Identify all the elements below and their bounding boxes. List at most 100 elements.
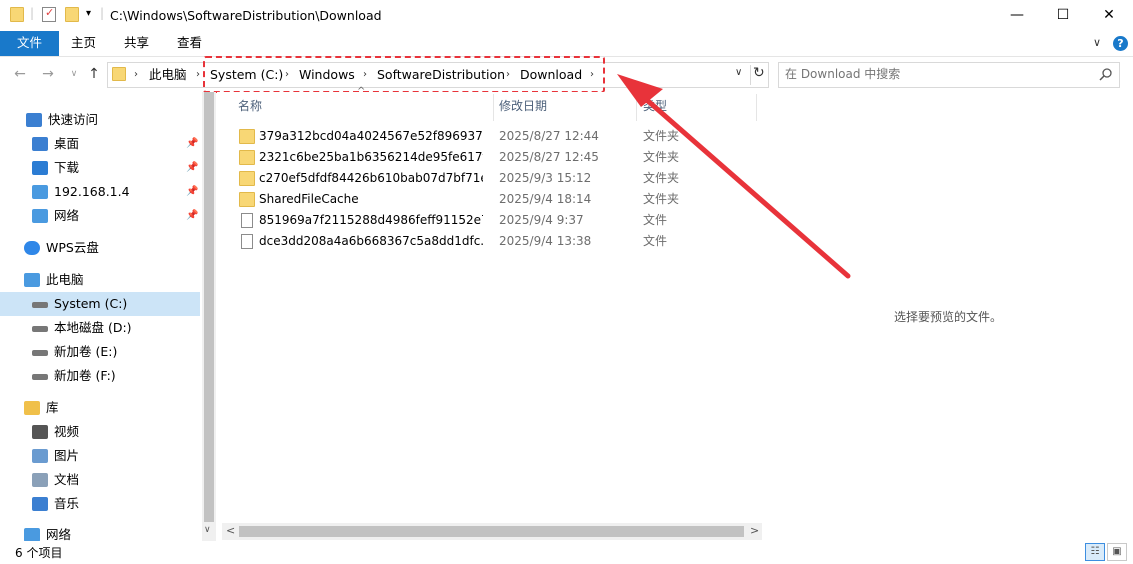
computer-icon [24, 273, 40, 287]
sidebar-item-label: 视频 [54, 424, 80, 439]
file-type: 文件夹 [643, 150, 680, 164]
sidebar-item-label: 本地磁盘 (D:) [54, 320, 132, 335]
scroll-right-icon[interactable]: > [750, 524, 759, 537]
scroll-left-icon[interactable]: < [226, 524, 235, 537]
details-view-icon[interactable]: ☷ [1085, 543, 1105, 561]
sidebar-item-label: 快速访问 [48, 112, 99, 127]
file-row[interactable]: SharedFileCache 2025/9/4 18:14 文件夹 [217, 189, 762, 210]
large-icons-view-icon[interactable]: ▣ [1107, 543, 1127, 561]
close-button[interactable]: ✕ [1086, 0, 1132, 31]
file-row[interactable]: 2321c6be25ba1b6356214de95fe617f9 2025/8/2… [217, 147, 762, 168]
refresh-icon[interactable]: ↻ [753, 65, 765, 81]
horizontal-scrollbar[interactable]: < > [222, 523, 762, 540]
drive-icon [32, 302, 48, 308]
library-icon [24, 401, 40, 415]
sidebar-item[interactable]: 新加卷 (F:) [0, 364, 200, 388]
sidebar-item[interactable]: 新加卷 (E:) [0, 340, 200, 364]
column-divider[interactable] [756, 94, 757, 121]
pin-icon[interactable]: 📌 [186, 204, 198, 228]
search-input[interactable] [785, 65, 1085, 83]
sidebar-item-label: 192.168.1.4 [54, 184, 130, 199]
sidebar-item[interactable]: 库 [0, 396, 200, 420]
file-date: 2025/9/4 13:38 [499, 234, 592, 248]
help-icon[interactable]: ? [1113, 36, 1128, 51]
sidebar-item-label: 文档 [54, 472, 80, 487]
sidebar-item[interactable]: 桌面 📌 [0, 132, 200, 156]
breadcrumb-separator[interactable]: › [196, 66, 200, 84]
scroll-down-icon[interactable]: ∨ [204, 525, 211, 535]
cloud-icon [24, 241, 40, 255]
back-button[interactable]: ← [10, 63, 30, 85]
folder-icon [239, 150, 255, 165]
tab-home[interactable]: 主页 [71, 31, 96, 56]
sidebar-item[interactable]: 音乐 [0, 492, 200, 516]
sidebar-item[interactable]: 网络 📌 [0, 204, 200, 228]
sidebar-item[interactable]: 本地磁盘 (D:) [0, 316, 200, 340]
file-row[interactable]: 379a312bcd04a4024567e52f89693751 2025/8/2… [217, 126, 762, 147]
drive-icon [32, 350, 48, 356]
video-icon [32, 425, 48, 439]
address-dropdown-icon[interactable]: ∨ [735, 67, 742, 78]
file-row[interactable]: c270ef5dfdf84426b610bab07d7bf71e 2025/9/3… [217, 168, 762, 189]
column-header-name[interactable]: 名称 [238, 94, 262, 118]
horizontal-scroll-thumb[interactable] [239, 526, 744, 537]
recent-locations-button[interactable]: ∨ [64, 63, 84, 85]
search-box[interactable] [778, 62, 1120, 88]
sidebar-item[interactable]: 文档 [0, 468, 200, 492]
drive-icon [32, 374, 48, 380]
column-header-type[interactable]: 类型 [643, 94, 667, 118]
pin-icon[interactable]: 📌 [186, 132, 198, 156]
folder-icon [239, 129, 255, 144]
sidebar-item-label: WPS云盘 [46, 240, 99, 255]
divider [750, 65, 751, 85]
tab-file[interactable]: 文件 [0, 31, 59, 56]
sidebar-item[interactable]: 此电脑 [0, 268, 200, 292]
music-icon [32, 497, 48, 511]
file-date: 2025/9/4 9:37 [499, 213, 584, 227]
folder-icon [112, 67, 126, 81]
sidebar-scroll-thumb[interactable] [204, 92, 214, 522]
tab-view[interactable]: 查看 [177, 31, 202, 56]
file-row[interactable]: 851969a7f2115288d4986feff91152e7... 2025/… [217, 210, 762, 231]
pin-icon[interactable]: 📌 [186, 180, 198, 204]
file-row[interactable]: dce3dd208a4a6b668367c5a8dd1dfc... 2025/9/… [217, 231, 762, 252]
file-name: 2321c6be25ba1b6356214de95fe617f9 [259, 150, 483, 164]
tab-share[interactable]: 共享 [124, 31, 149, 56]
sidebar-item[interactable]: 192.168.1.4 📌 [0, 180, 200, 204]
file-name: SharedFileCache [259, 192, 359, 206]
breadcrumb-this-pc[interactable]: 此电脑 [149, 66, 187, 84]
column-divider[interactable] [636, 94, 637, 121]
sidebar-item[interactable]: 快速访问 [0, 108, 200, 132]
sidebar-item[interactable]: 下载 📌 [0, 156, 200, 180]
quick-access-dropdown-icon[interactable]: ▾ [86, 8, 91, 19]
sidebar-item-label: 图片 [54, 448, 80, 463]
sidebar-item-label: 库 [46, 400, 59, 415]
sidebar-scrollbar[interactable]: ∨ [202, 92, 216, 542]
up-button[interactable]: ↑ [84, 63, 104, 85]
sidebar-item-label: 新加卷 (E:) [54, 344, 118, 359]
sidebar-item-label: 新加卷 (F:) [54, 368, 116, 383]
breadcrumb-separator[interactable]: › [134, 66, 138, 84]
file-date: 2025/9/4 18:14 [499, 192, 592, 206]
sidebar-item[interactable]: System (C:) [0, 292, 200, 316]
file-name: 851969a7f2115288d4986feff91152e7... [259, 213, 483, 227]
folder-icon [239, 192, 255, 207]
column-divider[interactable] [493, 94, 494, 121]
sidebar-item[interactable]: 视频 [0, 420, 200, 444]
maximize-button[interactable]: ☐ [1040, 0, 1086, 31]
document-icon [32, 473, 48, 487]
new-folder-icon[interactable] [65, 7, 79, 22]
forward-button[interactable]: → [38, 63, 58, 85]
sidebar-item[interactable]: 图片 [0, 444, 200, 468]
search-icon[interactable] [1099, 68, 1112, 81]
title-bar: | ✓ ▾ | C:\Windows\SoftwareDistribution\… [0, 0, 1133, 31]
sidebar-item[interactable]: WPS云盘 [0, 236, 200, 260]
item-count: 6 个项目 [15, 546, 63, 560]
properties-icon[interactable]: ✓ [42, 6, 56, 22]
status-bar: 6 个项目 ☷ ▣ [0, 541, 1133, 564]
drive-icon [32, 326, 48, 332]
column-header-date[interactable]: 修改日期 [499, 94, 547, 118]
pin-icon[interactable]: 📌 [186, 156, 198, 180]
minimize-button[interactable]: — [994, 0, 1040, 31]
expand-ribbon-icon[interactable]: ∨ [1093, 36, 1101, 49]
